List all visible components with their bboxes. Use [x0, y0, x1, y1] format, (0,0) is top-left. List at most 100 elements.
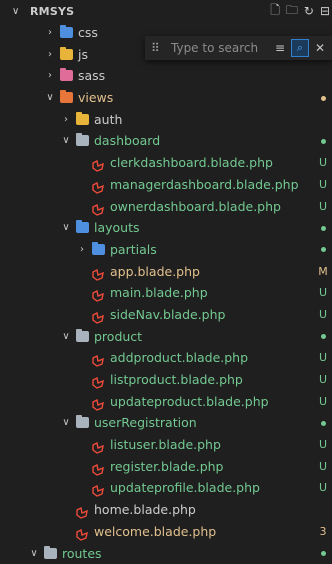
chevron-down-icon[interactable]: ∨	[28, 543, 40, 564]
filter-icon[interactable]: ≡	[275, 41, 289, 55]
tree-item-label: dashboard	[94, 130, 160, 152]
new-folder-icon[interactable]: 🗀	[286, 1, 298, 22]
git-status-badge: U	[318, 282, 328, 304]
git-status-badge	[318, 239, 328, 261]
chevron-right-icon[interactable]: ›	[44, 22, 56, 44]
file-item[interactable]: welcome.blade.php3	[0, 521, 332, 543]
folder-item[interactable]: ∨ views	[0, 87, 332, 109]
close-icon[interactable]: ✕	[315, 41, 325, 55]
fuzzy-match-icon[interactable]: ⌕	[291, 39, 309, 57]
laravel-icon	[92, 266, 105, 277]
folder-icon	[76, 331, 89, 342]
laravel-icon	[92, 157, 105, 168]
file-item[interactable]: home.blade.php	[0, 499, 332, 521]
file-item[interactable]: ownerdashboard.blade.phpU	[0, 196, 332, 218]
git-status-badge	[318, 326, 328, 348]
auth-folder-icon	[76, 114, 89, 125]
drag-handle-icon[interactable]: ⠿	[151, 41, 165, 55]
folder-icon	[76, 135, 89, 146]
laravel-icon	[92, 374, 105, 385]
laravel-icon	[92, 461, 105, 472]
git-status-badge: U	[318, 152, 328, 174]
tree-item-label: welcome.blade.php	[94, 521, 216, 543]
file-tree: ›css›js›sass∨views›auth∨dashboardclerkda…	[0, 22, 332, 564]
tree-item-label: addproduct.blade.php	[110, 347, 248, 369]
file-item[interactable]: updateprofile.blade.phpU	[0, 477, 332, 499]
tree-item-label: home.blade.php	[94, 499, 196, 521]
laravel-icon	[92, 482, 105, 493]
git-status-badge: U	[318, 369, 328, 391]
folder-item[interactable]: › partials	[0, 239, 332, 261]
new-file-icon[interactable]: 🗋	[270, 1, 280, 22]
git-status-badge: U	[318, 347, 328, 369]
chevron-down-icon[interactable]: ∨	[12, 6, 30, 17]
tree-item-label: sideNav.blade.php	[110, 304, 225, 326]
chevron-right-icon[interactable]: ›	[60, 109, 72, 131]
file-item[interactable]: listproduct.blade.php U	[0, 369, 332, 391]
explorer-header[interactable]: ∨ RMSYS 🗋 🗀 ↻ ⊟	[0, 0, 332, 22]
tree-item-label: app.blade.php	[110, 261, 200, 283]
file-item[interactable]: managerdashboard.blade.phpU	[0, 174, 332, 196]
tree-item-label: layouts	[94, 217, 140, 239]
chevron-down-icon[interactable]: ∨	[60, 130, 72, 152]
tree-item-label: ownerdashboard.blade.php	[110, 196, 281, 218]
file-item[interactable]: app.blade.phpM	[0, 261, 332, 283]
tree-item-label: listuser.blade.php	[110, 434, 221, 456]
file-item[interactable]: updateproduct.blade.php U	[0, 391, 332, 413]
routes-folder-icon	[44, 548, 57, 559]
chevron-right-icon[interactable]: ›	[44, 44, 56, 66]
file-item[interactable]: main.blade.php U	[0, 282, 332, 304]
folder-item[interactable]: › sass	[0, 65, 332, 87]
chevron-right-icon[interactable]: ›	[44, 65, 56, 87]
folder-icon	[76, 417, 89, 428]
git-status-badge: U	[318, 304, 328, 326]
folder-item[interactable]: ∨product	[0, 326, 332, 348]
layouts-folder-icon	[76, 222, 89, 233]
git-status-badge	[318, 412, 328, 434]
sass-folder-icon	[60, 70, 73, 81]
css-folder-icon	[60, 27, 73, 38]
git-status-badge: U	[318, 456, 328, 478]
collapse-icon[interactable]: ⊟	[320, 4, 330, 18]
workspace-title: RMSYS	[30, 5, 74, 18]
laravel-icon	[76, 504, 89, 515]
tree-item-label: js	[78, 44, 88, 66]
file-item[interactable]: register.blade.phpU	[0, 456, 332, 478]
laravel-icon	[76, 526, 89, 537]
file-item[interactable]: clerkdashboard.blade.phpU	[0, 152, 332, 174]
chevron-down-icon[interactable]: ∨	[44, 87, 56, 109]
folder-item[interactable]: ›auth	[0, 109, 332, 131]
tree-item-label: userRegistration	[94, 412, 197, 434]
chevron-down-icon[interactable]: ∨	[60, 217, 72, 239]
tree-item-label: css	[78, 22, 98, 44]
search-input[interactable]: Type to search	[171, 41, 271, 55]
folder-item[interactable]: ∨ dashboard	[0, 130, 332, 152]
chevron-down-icon[interactable]: ∨	[60, 412, 72, 434]
tree-item-label: listproduct.blade.php	[110, 369, 243, 391]
file-item[interactable]: sideNav.blade.php U	[0, 304, 332, 326]
folder-item[interactable]: ∨ userRegistration	[0, 412, 332, 434]
git-status-badge: U	[318, 434, 328, 456]
tree-item-label: main.blade.php	[110, 282, 208, 304]
file-item[interactable]: addproduct.blade.php U	[0, 347, 332, 369]
chevron-right-icon[interactable]: ›	[76, 239, 88, 261]
laravel-icon	[92, 396, 105, 407]
tree-item-label: updateproduct.blade.php	[110, 391, 269, 413]
laravel-icon	[92, 287, 105, 298]
tree-item-label: partials	[110, 239, 157, 261]
git-status-badge: U	[318, 391, 328, 413]
tree-item-label: managerdashboard.blade.php	[110, 174, 299, 196]
folder-item[interactable]: ∨routes	[0, 543, 332, 564]
laravel-icon	[92, 309, 105, 320]
laravel-icon	[92, 439, 105, 450]
refresh-icon[interactable]: ↻	[304, 4, 314, 18]
folder-item[interactable]: ∨ layouts	[0, 217, 332, 239]
laravel-icon	[92, 201, 105, 212]
find-widget: ⠿ Type to search ≡ ⌕ ✕	[145, 36, 332, 60]
tree-item-label: updateprofile.blade.php	[110, 477, 260, 499]
file-item[interactable]: listuser.blade.php U	[0, 434, 332, 456]
tree-item-label: sass	[78, 65, 105, 87]
tree-item-label: views	[78, 87, 113, 109]
js-folder-icon	[60, 49, 73, 60]
chevron-down-icon[interactable]: ∨	[60, 326, 72, 348]
